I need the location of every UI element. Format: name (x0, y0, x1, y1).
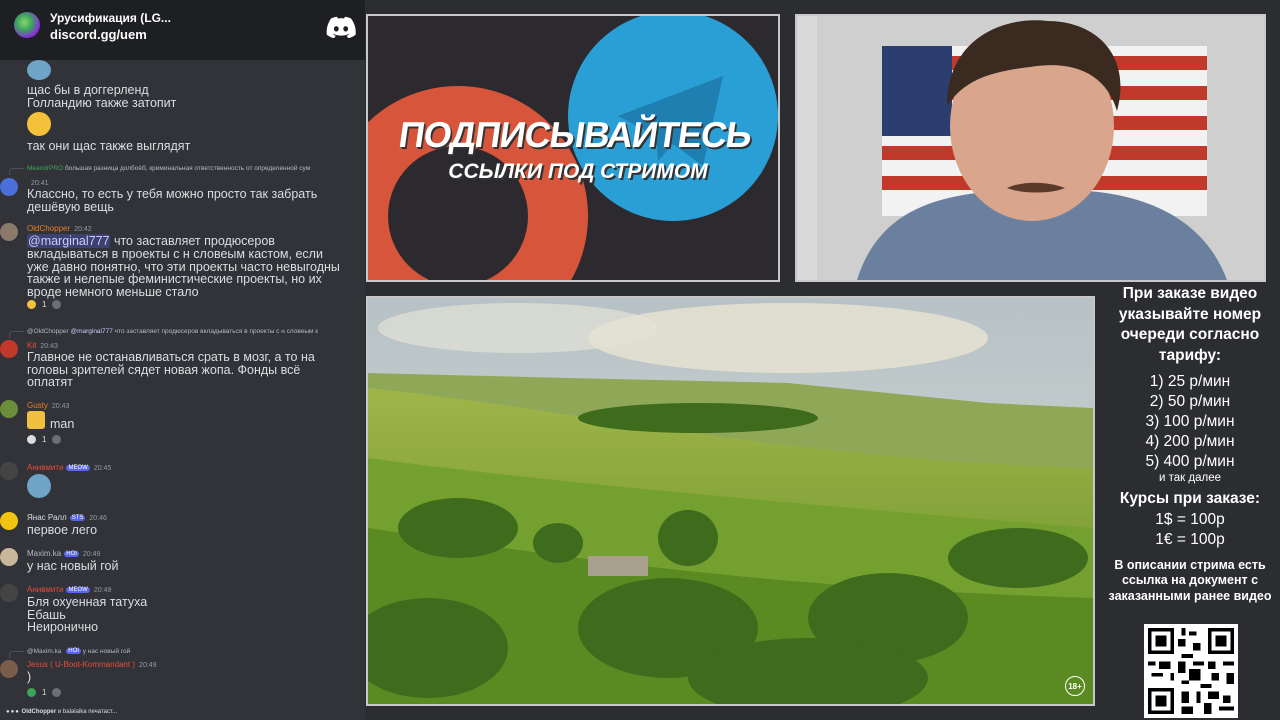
age-rating-badge: 18+ (1065, 676, 1085, 696)
sticker-emoji-icon (27, 474, 51, 498)
server-icon (14, 12, 40, 38)
description-note: В описании стрима есть ссылка на докумен… (1108, 557, 1272, 603)
username[interactable]: Maxim.ka (27, 549, 61, 558)
username[interactable]: Gusty (27, 401, 48, 410)
course-item: 1€ = 100р (1155, 530, 1225, 548)
discord-logo-icon (326, 16, 356, 38)
role-badge: MEOW (66, 586, 90, 593)
skull-emoji-icon (27, 434, 36, 444)
message-text: ) (27, 670, 32, 684)
message-text: man (50, 417, 75, 431)
avatar[interactable] (0, 462, 18, 480)
user-mention[interactable]: @marginal777 (27, 234, 111, 248)
message-header: Янас Ралл STS 20:46 (27, 513, 107, 522)
message-header: Анивмити MEOW 20:45 (27, 463, 112, 472)
video-player[interactable]: 18+ (366, 296, 1095, 706)
message-text: Классно, то есть у тебя можно просто так… (27, 187, 318, 214)
role-badge: HOI (64, 550, 79, 557)
rate-item: 2) 50 р/мин (1149, 393, 1231, 410)
reply-preview[interactable]: @OldChopper @marginal777 что заставляет … (27, 328, 318, 335)
message-text-first-line: @marginal777 что заставляет продюсеров (27, 234, 275, 248)
username[interactable]: Янас Ралл (27, 513, 67, 522)
promo-subtitle: ССЫЛКИ ПОД СТРИМОМ (448, 160, 708, 183)
avatar[interactable] (0, 548, 18, 566)
rate-item: 1) 25 р/мин (1149, 373, 1231, 390)
rates-more: и так далее (1159, 472, 1221, 484)
avatar[interactable] (0, 400, 18, 418)
avatar[interactable] (0, 512, 18, 530)
username[interactable]: Анивмити (27, 585, 63, 594)
reply-preview[interactable]: MeandrPRO большая разница долбоёб, крими… (27, 165, 310, 172)
emoji-reaction-icon (27, 687, 36, 697)
message-text: Главное не останавливаться срать в мозг,… (27, 350, 315, 390)
reply-connector (9, 651, 24, 658)
message-header: Maxim.ka HOI 20:49 (27, 549, 101, 558)
message-header: 20:41 (31, 180, 49, 187)
promo-banner: ПОДПИСЫВАЙТЕСЬ ССЫЛКИ ПОД СТРИМОМ (366, 14, 780, 282)
cheese-emoji-icon (27, 411, 45, 429)
username[interactable]: Kit (27, 341, 36, 350)
sticker-emoji-icon (27, 60, 51, 80)
add-reaction-icon[interactable] (52, 434, 62, 444)
discord-chat-panel: Урусификация (LG... discord.gg/uem щас б… (0, 0, 365, 720)
server-invite-link[interactable]: discord.gg/uem (50, 27, 147, 42)
reply-connector (9, 331, 24, 338)
role-badge: STS (69, 514, 86, 521)
avatar[interactable] (0, 584, 18, 602)
message-header: Gusty 20:43 (27, 401, 70, 410)
server-name: Урусификация (LG... (50, 11, 171, 25)
landscape-video-image (368, 298, 1093, 704)
rate-item: 3) 100 р/мин (1145, 413, 1235, 430)
role-badge: MEOW (66, 464, 90, 471)
avatar[interactable] (0, 178, 18, 196)
message-header: Kit 20:43 (27, 341, 58, 350)
message-text: первое лего (27, 523, 98, 537)
typing-dots-icon: ●●● (6, 709, 20, 715)
thinking-emoji-icon (27, 299, 36, 309)
webcam-image (797, 16, 1264, 280)
username[interactable]: Jesus ( U-Boot-Kommandant ) (27, 660, 135, 669)
reaction-bar[interactable]: 1 (27, 297, 62, 311)
message-text: щас бы в доггерленд Голландию также зато… (27, 83, 177, 110)
promo-title: ПОДПИСЫВАЙТЕСЬ (396, 114, 754, 155)
message-header: OldChopper 20:42 (27, 224, 92, 233)
rate-item: 4) 200 р/мин (1145, 433, 1235, 450)
course-item: 1$ = 100р (1155, 510, 1225, 528)
reply-preview[interactable]: @Maxim.ka HOI у нас новый гой (27, 648, 130, 655)
courses-heading: Курсы при заказе: (1119, 490, 1261, 507)
message-header: Анивмити MEOW 20:49 (27, 585, 112, 594)
message-text: Бля охуенная татуха Ебашь Неиронично (27, 595, 148, 635)
reply-connector (9, 168, 24, 175)
typing-indicator: ●●● OldChopper и balalaika печатаст... (6, 709, 118, 715)
reaction-bar[interactable]: 1 (27, 432, 62, 446)
webcam-feed (795, 14, 1266, 282)
qr-code-icon[interactable] (1144, 624, 1238, 718)
message-text: так они щас также выглядят (27, 139, 191, 153)
add-reaction-icon[interactable] (52, 687, 62, 697)
username[interactable]: OldChopper (27, 224, 70, 233)
message-text: вкладываться в проекты с н словеым касто… (27, 247, 340, 299)
reaction-bar[interactable]: 1 (27, 685, 62, 699)
avatar[interactable] (0, 660, 18, 678)
username[interactable]: Анивмити (27, 463, 63, 472)
server-header[interactable]: Урусификация (LG... discord.gg/uem (0, 0, 365, 60)
message-header: Jesus ( U-Boot-Kommandant ) 20:49 (27, 660, 157, 669)
avatar[interactable] (0, 223, 18, 241)
order-info-panel: При заказе видео указывайте номер очеред… (1100, 284, 1280, 604)
add-reaction-icon[interactable] (52, 299, 62, 309)
avatar[interactable] (0, 340, 18, 358)
message-list[interactable]: щас бы в доггерленд Голландию также зато… (0, 60, 365, 710)
message-text: у нас новый гой (27, 559, 119, 573)
laughing-emoji-icon (27, 112, 51, 136)
rate-item: 5) 400 р/мин (1145, 453, 1235, 470)
order-heading: При заказе видео указывайте номер очеред… (1118, 285, 1262, 364)
